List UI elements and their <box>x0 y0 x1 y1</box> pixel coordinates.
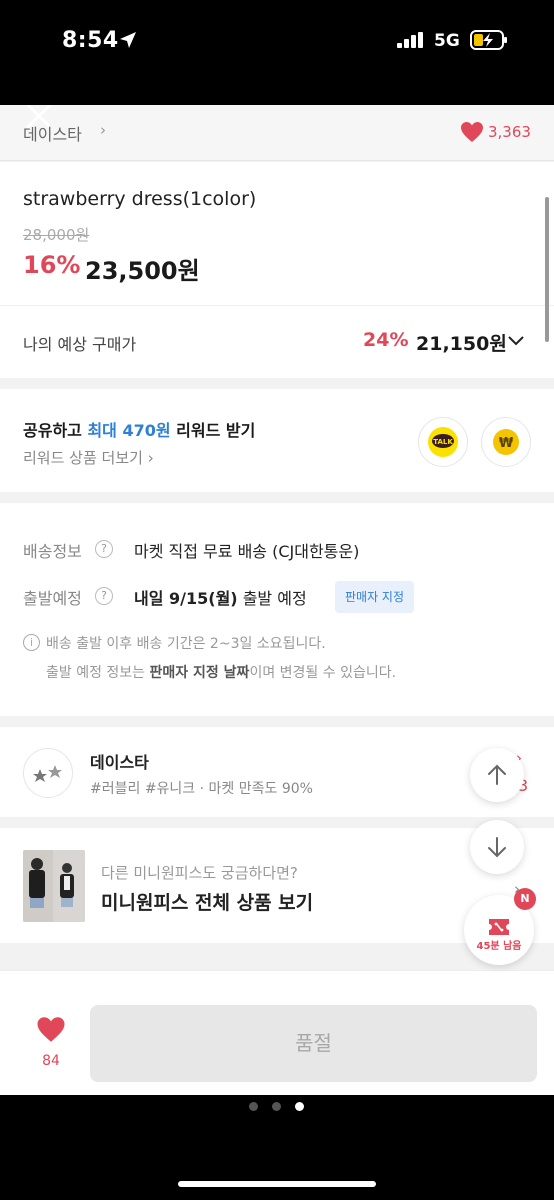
shipping-section: 배송정보 ? 마켓 직접 무료 배송 (CJ대한통운) 출발예정 ? 내일 9/… <box>0 503 554 716</box>
kakao-label: TALK <box>433 438 453 446</box>
store-tags: #러블리 #유니크 · 마켓 만족도 90% <box>90 781 313 797</box>
kakaotalk-icon: TALK <box>428 427 458 457</box>
share-reward-section: 공유하고 최대 470원 리워드 받기 리워드 상품 더보기 › TALK ₩ <box>0 389 554 492</box>
soldout-button[interactable]: 품절 <box>90 1005 537 1082</box>
like-count: 3,363 <box>488 123 531 141</box>
original-price: 28,000원 <box>23 226 90 244</box>
reward-products-link[interactable]: 리워드 상품 더보기 › <box>23 447 154 468</box>
share-title-suffix: 리워드 받기 <box>170 421 256 440</box>
departure-date: 내일 9/15(월) 출발 예정 <box>134 585 307 609</box>
won-symbol: ₩ <box>499 436 514 451</box>
app-screen: 데이스타 › 3,363 strawberry dress(1color) 28… <box>0 105 554 1095</box>
store-name: 데이스타 <box>90 753 149 772</box>
notice-bold: 판매자 지정 날짜 <box>149 665 250 681</box>
scroll-bottom-button[interactable] <box>470 820 524 874</box>
store-link[interactable]: 데이스타 <box>23 121 82 145</box>
thumbnail-image <box>23 850 85 922</box>
page-dot[interactable] <box>272 1102 281 1111</box>
reward-amount: 최대 470원 <box>87 421 171 440</box>
share-title-prefix: 공유하고 <box>23 421 88 440</box>
chevron-right-icon: › <box>100 121 106 139</box>
status-time: 8:54 <box>62 28 119 53</box>
product-thumbnail <box>23 850 85 922</box>
scroll-top-button[interactable] <box>470 748 524 802</box>
shipping-notice-line2: 출발 예정 정보는 판매자 지정 날짜이며 변경될 수 있습니다. <box>46 662 396 682</box>
notice-suffix: 이며 변경될 수 있습니다. <box>249 665 397 681</box>
shipping-notice-line1: 배송 출발 이후 배송 기간은 2~3일 소요됩니다. <box>46 636 326 652</box>
info-icon: i <box>23 634 40 651</box>
expected-price: 21,150원 <box>416 333 507 355</box>
pay-share-button[interactable]: ₩ <box>481 417 531 467</box>
battery-charging-icon <box>470 30 507 50</box>
help-icon[interactable]: ? <box>95 587 113 605</box>
product-title: strawberry dress(1color) <box>23 188 257 210</box>
heart-icon[interactable] <box>36 1016 66 1043</box>
expected-discount: 24% <box>363 329 409 351</box>
recommendation-title: 미니원피스 전체 상품 보기 <box>101 892 314 914</box>
home-indicator[interactable] <box>178 1181 376 1187</box>
kakao-share-button[interactable]: TALK <box>418 417 468 467</box>
heart-icon[interactable] <box>460 121 484 143</box>
arrow-up-icon <box>488 764 506 785</box>
cellular-signal-icon <box>397 32 423 48</box>
network-type: 5G <box>434 31 460 51</box>
shipping-method: 마켓 직접 무료 배송 (CJ대한통운) <box>134 542 360 561</box>
chevron-down-icon[interactable] <box>507 335 525 347</box>
page-dot-active[interactable] <box>295 1102 304 1111</box>
wishlist-count: 84 <box>42 1053 60 1069</box>
share-reward-title: 공유하고 최대 470원 리워드 받기 <box>23 417 255 441</box>
store-header[interactable]: 데이스타 › 3,363 <box>0 105 554 161</box>
status-bar: 8:54 5G <box>0 0 554 105</box>
sale-price: 23,500원 <box>85 257 200 285</box>
discount-rate: 16% <box>23 251 81 279</box>
arrow-down-icon <box>488 837 506 858</box>
help-icon[interactable]: ? <box>95 540 113 558</box>
product-info: strawberry dress(1color) 28,000원 16% 23,… <box>0 162 554 305</box>
expected-price-label: 나의 예상 구매가 <box>23 335 137 354</box>
store-logo <box>23 748 73 798</box>
star-logo-icon <box>33 765 62 782</box>
coupon-time-left: 45분 남음 <box>476 941 522 952</box>
departure-date-value: 내일 9/15(월) <box>134 589 238 608</box>
page-dot[interactable] <box>249 1102 258 1111</box>
notice-prefix: 출발 예정 정보는 <box>46 665 150 681</box>
location-arrow-icon <box>120 32 136 48</box>
won-coin-icon: ₩ <box>493 429 519 455</box>
departure-date-suffix: 출발 예정 <box>237 589 307 608</box>
seller-designated-badge: 판매자 지정 <box>335 581 415 613</box>
recommendation-subtitle: 다른 미니원피스도 궁금하다면? <box>101 864 298 882</box>
new-badge: N <box>514 888 536 910</box>
departure-label: 출발예정 <box>23 589 82 608</box>
bottom-action-bar: 84 품절 <box>0 970 554 1095</box>
shipping-info-label: 배송정보 <box>23 542 82 561</box>
scrollbar[interactable] <box>545 197 549 342</box>
expected-price-row[interactable]: 나의 예상 구매가 24% 21,150원 <box>0 305 554 378</box>
